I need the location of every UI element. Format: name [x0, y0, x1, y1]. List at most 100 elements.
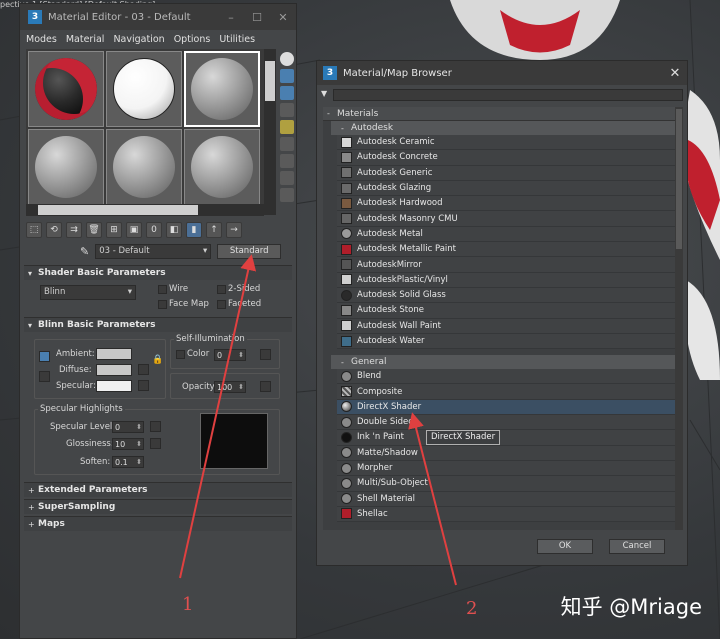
diffuse-swatch[interactable] [96, 364, 132, 376]
material-name-dropdown[interactable]: 03 - Default [95, 244, 212, 259]
slots-vertical-scrollbar[interactable] [264, 49, 276, 215]
opacity-spinner[interactable]: 100 [214, 381, 246, 393]
list-item[interactable]: Autodesk Wall Paint [337, 318, 683, 334]
sample-slot[interactable] [28, 51, 104, 127]
group-materials[interactable]: - Materials [323, 107, 683, 121]
ambient-swatch[interactable] [96, 348, 132, 360]
sample-uv-tiling-icon[interactable] [280, 103, 294, 117]
material-editor-titlebar[interactable]: 3 Material Editor - 03 - Default – ☐ ✕ [20, 4, 296, 30]
self-illum-spinner[interactable]: 0 [214, 349, 246, 361]
list-item[interactable]: Autodesk Stone [337, 303, 683, 319]
subgroup-autodesk[interactable]: - Autodesk [331, 121, 683, 135]
make-unique-icon[interactable]: ⊞ [106, 222, 122, 238]
list-item-directx-shader[interactable]: DirectX Shader [337, 399, 683, 416]
opacity-map-button[interactable] [260, 381, 271, 392]
self-illum-map-button[interactable] [260, 349, 271, 360]
show-shaded-icon[interactable]: ◧ [166, 222, 182, 238]
close-icon[interactable]: ✕ [663, 66, 687, 81]
specular-level-spinner[interactable]: 0 [112, 421, 144, 433]
cancel-button[interactable]: Cancel [609, 539, 665, 554]
browser-options-icon[interactable]: ▼ [321, 89, 333, 101]
subgroup-general[interactable]: - General [331, 355, 683, 370]
self-illum-color-checkbox[interactable] [176, 350, 185, 359]
list-item[interactable]: Autodesk Ceramic [337, 135, 683, 151]
soften-spinner[interactable]: 0.1 [112, 456, 144, 468]
show-end-result-icon[interactable]: ▮ [186, 222, 202, 238]
list-item[interactable]: Double Sided [337, 415, 683, 431]
specular-level-map-button[interactable] [150, 421, 161, 432]
browser-scrollbar[interactable] [675, 107, 683, 530]
go-to-parent-icon[interactable]: ↑ [206, 222, 222, 238]
list-item[interactable]: Autodesk Metallic Paint [337, 242, 683, 258]
make-preview-icon[interactable] [280, 137, 294, 151]
eyedropper-icon[interactable]: ✎ [80, 245, 89, 258]
blinn-basic-header[interactable]: ▾ Blinn Basic Parameters [24, 317, 292, 332]
lock-ambient-diffuse-icon[interactable] [39, 351, 50, 362]
material-id-icon[interactable]: 0 [146, 222, 162, 238]
minimize-icon[interactable]: – [218, 11, 244, 24]
go-forward-sibling-icon[interactable]: → [226, 222, 242, 238]
browser-titlebar[interactable]: 3 Material/Map Browser ✕ [317, 61, 687, 85]
sample-slot-selected[interactable] [184, 51, 260, 127]
list-item[interactable]: Autodesk Masonry CMU [337, 211, 683, 227]
sample-slot[interactable] [28, 129, 104, 205]
list-item[interactable]: Autodesk Water [337, 333, 683, 350]
two-sided-checkbox[interactable] [217, 285, 226, 294]
assign-material-icon[interactable]: ⇉ [66, 222, 82, 238]
glossiness-spinner[interactable]: 10 [112, 438, 144, 450]
list-item[interactable]: Shell Material [337, 491, 683, 507]
list-item[interactable]: Composite [337, 384, 683, 400]
options-icon[interactable] [280, 154, 294, 168]
material-type-button[interactable]: Standard [217, 244, 282, 259]
ok-button[interactable]: OK [537, 539, 593, 554]
list-item[interactable]: Autodesk Concrete [337, 150, 683, 166]
slots-horizontal-scrollbar[interactable] [26, 204, 264, 216]
supersampling-rollout[interactable]: + SuperSampling [24, 499, 292, 514]
get-material-icon[interactable]: ⬚ [26, 222, 42, 238]
shader-basic-header[interactable]: ▾ Shader Basic Parameters [24, 265, 292, 280]
background-icon[interactable] [280, 86, 294, 100]
list-item[interactable]: Shellac [337, 506, 683, 523]
menu-material[interactable]: Material [66, 34, 105, 45]
list-item[interactable]: AutodeskPlastic/Vinyl [337, 272, 683, 288]
lock-diffuse-specular-icon[interactable] [39, 371, 50, 382]
sample-type-icon[interactable] [280, 52, 294, 66]
list-item[interactable]: Autodesk Metal [337, 226, 683, 243]
sample-slot[interactable] [106, 51, 182, 127]
lock-icon[interactable]: 🔒 [152, 355, 163, 366]
sample-slot[interactable] [184, 129, 260, 205]
list-item[interactable]: Multi/Sub-Object [337, 476, 683, 492]
close-icon[interactable]: ✕ [270, 11, 296, 24]
select-by-material-icon[interactable] [280, 171, 294, 185]
list-item[interactable]: AutodeskMirror [337, 257, 683, 273]
list-item[interactable]: Morpher [337, 460, 683, 477]
menu-options[interactable]: Options [174, 34, 211, 45]
diffuse-map-button[interactable] [138, 364, 149, 375]
list-item[interactable]: Autodesk Glazing [337, 180, 683, 197]
list-item[interactable]: Blend [337, 369, 683, 385]
glossiness-map-button[interactable] [150, 438, 161, 449]
put-to-scene-icon[interactable]: ⟲ [46, 222, 62, 238]
menu-utilities[interactable]: Utilities [219, 34, 255, 45]
reset-map-icon[interactable]: 🗑 [86, 222, 102, 238]
faceted-checkbox[interactable] [217, 300, 226, 309]
specular-swatch[interactable] [96, 380, 132, 392]
material-map-navigator-icon[interactable] [280, 188, 294, 202]
list-item[interactable]: Autodesk Hardwood [337, 196, 683, 212]
list-item[interactable]: Autodesk Generic [337, 165, 683, 181]
menu-modes[interactable]: Modes [26, 34, 57, 45]
list-item[interactable]: Autodesk Solid Glass [337, 287, 683, 304]
backlight-icon[interactable] [280, 69, 294, 83]
sample-slot[interactable] [106, 129, 182, 205]
maps-rollout[interactable]: + Maps [24, 516, 292, 531]
maximize-icon[interactable]: ☐ [244, 11, 270, 24]
face-map-checkbox[interactable] [158, 300, 167, 309]
menu-navigation[interactable]: Navigation [113, 34, 164, 45]
video-color-check-icon[interactable] [280, 120, 294, 134]
search-input[interactable] [333, 89, 683, 101]
wire-checkbox[interactable] [158, 285, 167, 294]
put-to-library-icon[interactable]: ▣ [126, 222, 142, 238]
extended-parameters-rollout[interactable]: + Extended Parameters [24, 482, 292, 497]
shader-type-dropdown[interactable]: Blinn [40, 285, 136, 300]
list-item[interactable]: Matte/Shadow [337, 445, 683, 461]
